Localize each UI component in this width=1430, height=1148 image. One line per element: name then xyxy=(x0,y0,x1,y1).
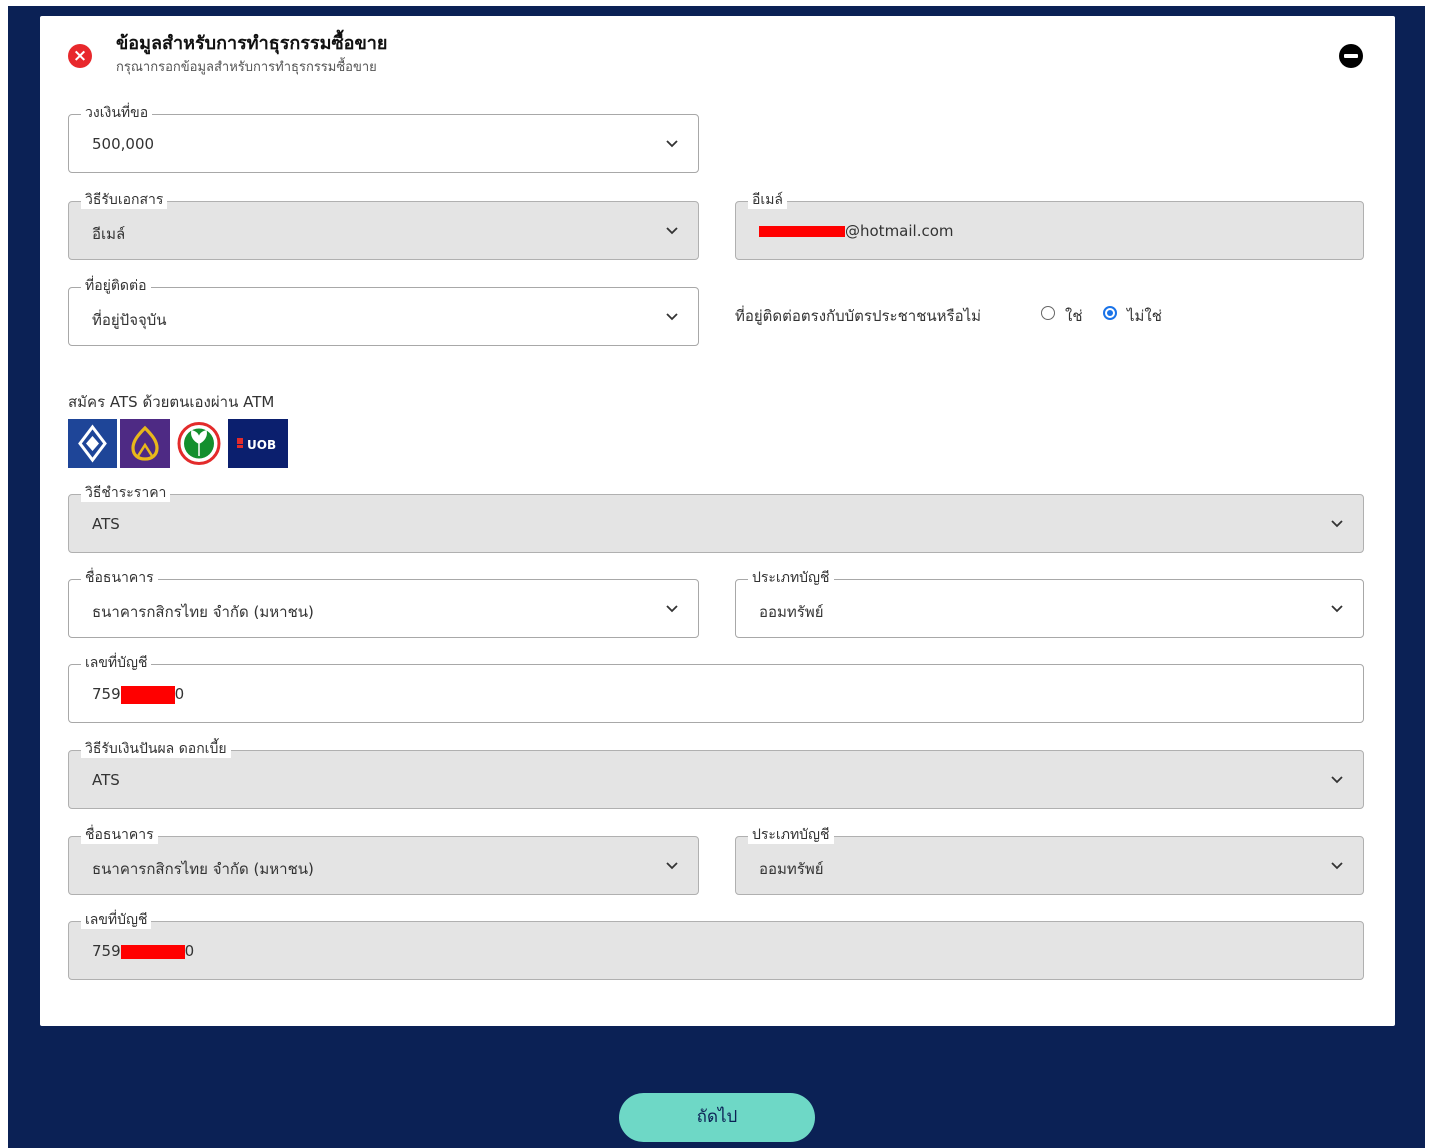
doc-method-value: อีเมล์ xyxy=(92,225,126,243)
ats-register-label: สมัคร ATS ด้วยตนเองผ่าน ATM xyxy=(68,393,275,411)
chevron-down-icon xyxy=(666,605,678,613)
payment-method-value: ATS xyxy=(92,515,120,533)
dividend-bank-value: ธนาคารกสิกรไทย จำกัด (มหาชน) xyxy=(92,860,314,878)
email-label: อีเมล์ xyxy=(748,191,788,209)
contact-address-value: ที่อยู่ปัจจุบัน xyxy=(92,311,167,329)
contact-address-label: ที่อยู่ติดต่อ xyxy=(81,277,151,295)
payment-account-number-value: 759 0 xyxy=(92,685,185,704)
doc-method-label: วิธีรับเอกสาร xyxy=(81,191,168,209)
payment-method-select[interactable]: วิธีชำระราคา ATS xyxy=(68,484,1364,553)
email-field[interactable]: อีเมล์ @hotmail.com xyxy=(735,191,1364,260)
doc-method-select[interactable]: วิธีรับเอกสาร อีเมล์ xyxy=(68,191,699,260)
chevron-down-icon xyxy=(666,862,678,870)
dividend-account-number-value: 759 0 xyxy=(92,942,195,960)
chevron-down-icon xyxy=(1331,776,1343,784)
dividend-method-value: ATS xyxy=(92,771,120,789)
address-match-yes-radio[interactable] xyxy=(1041,306,1055,320)
payment-account-type-select[interactable]: ประเภทบัญชี ออมทรัพย์ xyxy=(735,569,1364,638)
credit-limit-select[interactable]: วงเงินที่ขอ 500,000 xyxy=(68,104,699,173)
dividend-account-type-label: ประเภทบัญชี xyxy=(748,826,834,844)
payment-account-type-value: ออมทรัพย์ xyxy=(759,603,824,621)
kbank-logo-icon[interactable] xyxy=(173,419,225,468)
next-button[interactable]: ถัดไป xyxy=(619,1093,815,1142)
payment-account-number-label: เลขที่บัญชี xyxy=(81,654,152,672)
contact-address-select[interactable]: ที่อยู่ติดต่อ ที่อยู่ปัจจุบัน xyxy=(68,277,699,346)
chevron-down-icon xyxy=(666,140,678,148)
address-match-question: ที่อยู่ติดต่อตรงกับบัตรประชาชนหรือไม่ xyxy=(735,307,982,325)
email-value: @hotmail.com xyxy=(759,222,954,240)
redaction-mark xyxy=(120,685,175,704)
scb-logo-icon[interactable] xyxy=(120,419,170,468)
uob-logo-icon[interactable]: UOB xyxy=(228,419,288,468)
address-match-no-label: ไม่ใช่ xyxy=(1127,307,1162,325)
dividend-account-number-label: เลขที่บัญชี xyxy=(81,911,152,929)
chevron-down-icon xyxy=(1331,862,1343,870)
address-match-no-radio[interactable] xyxy=(1103,306,1117,320)
chevron-down-icon xyxy=(1331,605,1343,613)
bbl-logo-icon[interactable] xyxy=(68,419,117,468)
email-domain: @hotmail.com xyxy=(845,222,954,240)
section-subtitle: กรุณากรอกข้อมูลสำหรับการทำธุรกรรมซื้อขาย xyxy=(116,60,377,75)
dividend-account-type-value: ออมทรัพย์ xyxy=(759,860,824,878)
redaction-mark xyxy=(759,226,845,237)
dividend-method-label: วิธีรับเงินปันผล ดอกเบี้ย xyxy=(81,740,231,758)
collapse-icon[interactable] xyxy=(1339,44,1363,68)
dividend-method-select[interactable]: วิธีรับเงินปันผล ดอกเบี้ย ATS xyxy=(68,740,1364,809)
chevron-down-icon xyxy=(1331,520,1343,528)
payment-bank-value: ธนาคารกสิกรไทย จำกัด (มหาชน) xyxy=(92,603,314,621)
payment-method-label: วิธีชำระราคา xyxy=(81,484,171,502)
chevron-down-icon xyxy=(666,227,678,235)
dividend-bank-label: ชื่อธนาคาร xyxy=(81,826,158,844)
close-icon[interactable]: × xyxy=(68,44,92,68)
address-match-yes-label: ใช่ xyxy=(1065,307,1083,325)
redaction-mark xyxy=(120,944,185,959)
payment-account-type-label: ประเภทบัญชี xyxy=(748,569,834,587)
credit-limit-label: วงเงินที่ขอ xyxy=(81,104,153,122)
dividend-account-number-field[interactable]: เลขที่บัญชี 759 0 xyxy=(68,911,1364,980)
section-title: ข้อมูลสำหรับการทำธุรกรรมซื้อขาย xyxy=(116,33,388,54)
dividend-account-type-select[interactable]: ประเภทบัญชี ออมทรัพย์ xyxy=(735,826,1364,895)
payment-account-number-field[interactable]: เลขที่บัญชี 759 0 xyxy=(68,654,1364,723)
payment-bank-label: ชื่อธนาคาร xyxy=(81,569,158,587)
payment-bank-select[interactable]: ชื่อธนาคาร ธนาคารกสิกรไทย จำกัด (มหาชน) xyxy=(68,569,699,638)
svg-text:UOB: UOB xyxy=(247,438,276,452)
chevron-down-icon xyxy=(666,313,678,321)
credit-limit-value: 500,000 xyxy=(92,135,155,153)
dividend-bank-select[interactable]: ชื่อธนาคาร ธนาคารกสิกรไทย จำกัด (มหาชน) xyxy=(68,826,699,895)
